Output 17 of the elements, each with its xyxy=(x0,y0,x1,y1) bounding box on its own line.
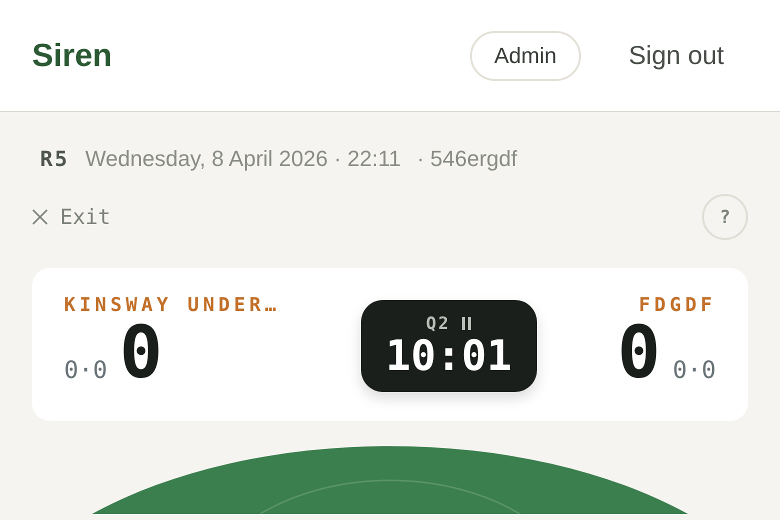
brand-title: Siren xyxy=(32,37,114,74)
admin-button[interactable]: Admin xyxy=(470,30,581,80)
team-score: 0 xyxy=(119,316,163,388)
round-label: R5 xyxy=(40,147,70,171)
help-button[interactable]: ? xyxy=(702,194,748,240)
close-icon xyxy=(32,209,48,225)
score-breakdown: 0·0 xyxy=(672,356,716,386)
sign-out-button[interactable]: Sign out xyxy=(606,32,748,79)
score-breakdown: 0·0 xyxy=(64,356,108,386)
period-label: Q2 xyxy=(426,314,450,334)
clock-time: 10:01 xyxy=(386,334,512,378)
exit-button[interactable]: Exit xyxy=(32,205,111,229)
match-code: · 546ergdf xyxy=(416,146,518,172)
team-name: FDGDF xyxy=(638,294,716,316)
team-score: 0 xyxy=(617,316,661,388)
match-datetime: Wednesday, 8 April 2026 · 22:11 xyxy=(85,146,401,172)
team-name: KINSWAY UNDER… xyxy=(64,294,280,316)
